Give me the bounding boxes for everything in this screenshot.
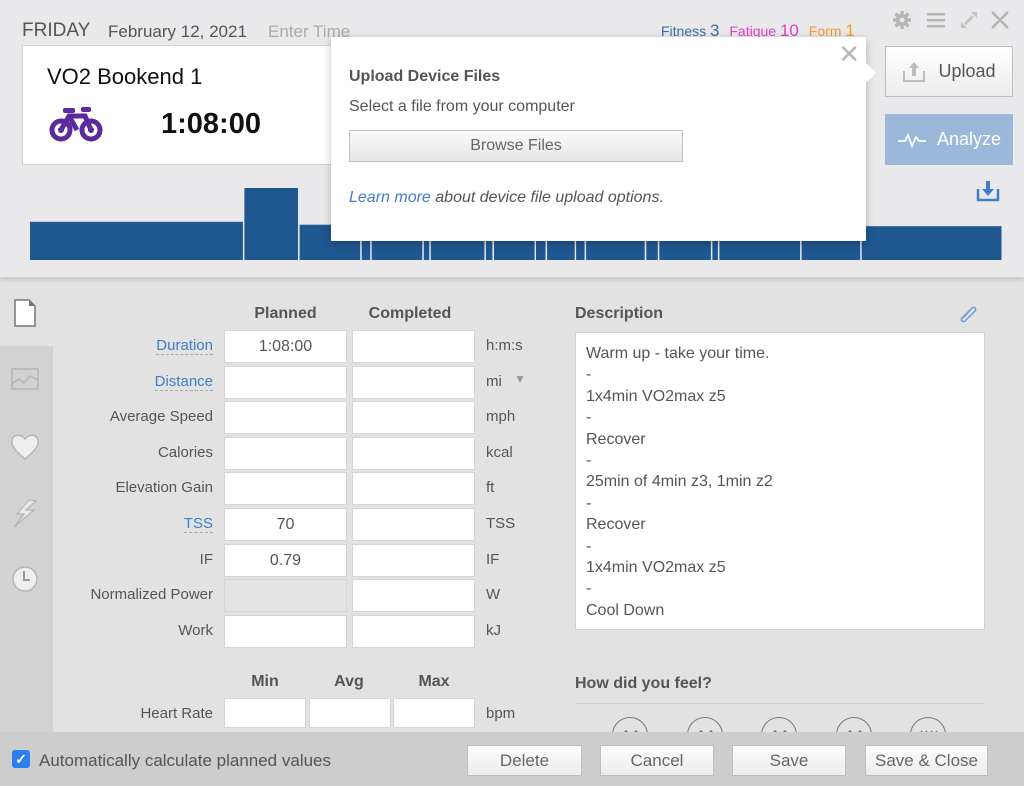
workout-card: VO2 Bookend 1 1:08:00 — [22, 45, 334, 165]
upload-device-files-popover: ✕ Upload Device Files Select a file from… — [331, 37, 876, 241]
summary-icon[interactable] — [10, 298, 40, 328]
row-label[interactable]: Duration — [156, 337, 213, 355]
hr-min-input[interactable] — [224, 698, 306, 728]
learn-more-text: Learn more about device file upload opti… — [349, 189, 664, 207]
hr-unit: bpm — [486, 705, 516, 722]
auto-calc-label[interactable]: Automatically calculate planned values — [39, 751, 331, 771]
hr-max-header: Max — [418, 673, 450, 690]
menu-icon[interactable] — [925, 10, 947, 32]
completed-input[interactable] — [352, 330, 475, 363]
unit-label: mph — [486, 408, 516, 425]
planned-input[interactable] — [224, 366, 347, 399]
planned-input[interactable] — [224, 437, 347, 470]
upload-label: Upload — [938, 61, 996, 81]
cancel-button[interactable]: Cancel — [600, 745, 714, 776]
completed-input[interactable] — [352, 472, 475, 505]
profile-segment-2[interactable] — [244, 188, 298, 260]
analyze-button[interactable]: Analyze — [885, 114, 1013, 165]
unit-label: h:m:s — [486, 337, 523, 354]
day-of-week: FRIDAY — [22, 20, 91, 41]
power-icon[interactable] — [10, 498, 40, 528]
chart-icon[interactable] — [10, 364, 40, 394]
hr-min-header: Min — [251, 673, 279, 690]
hr-avg-header: Avg — [334, 673, 364, 690]
bike-icon — [47, 104, 105, 144]
close-icon[interactable] — [989, 10, 1011, 32]
workout-title[interactable]: VO2 Bookend 1 — [47, 64, 202, 90]
row-label: Calories — [157, 444, 213, 461]
heart-icon[interactable] — [10, 432, 40, 462]
popover-subtitle: Select a file from your computer — [349, 98, 575, 115]
row-label: Average Speed — [109, 408, 213, 425]
workout-date: February 12, 2021 — [108, 22, 247, 41]
planned-input[interactable] — [224, 579, 347, 612]
unit-label: IF — [486, 551, 500, 568]
hr-avg-input[interactable] — [309, 698, 391, 728]
upload-icon — [903, 61, 926, 82]
row-label: Work — [178, 622, 213, 639]
feel-divider — [575, 703, 985, 704]
gear-icon[interactable] — [891, 10, 913, 32]
row-label: Normalized Power — [90, 586, 213, 603]
unit-label: TSS — [486, 515, 516, 532]
unit-label: W — [486, 586, 501, 603]
planned-input[interactable] — [224, 330, 347, 363]
description-textarea[interactable]: Warm up - take your time. - 1x4min VO2ma… — [575, 332, 985, 630]
profile-segment-19[interactable] — [861, 226, 1002, 260]
row-label: IF — [199, 551, 213, 568]
unit-label: kJ — [486, 622, 501, 639]
planned-input[interactable] — [224, 472, 347, 505]
row-label[interactable]: Distance — [154, 373, 213, 391]
unit-label: ft — [486, 479, 495, 496]
planned-input[interactable] — [224, 615, 347, 648]
feel-title: How did you feel? — [575, 675, 712, 692]
completed-input[interactable] — [352, 508, 475, 541]
unit-label: mi — [486, 373, 502, 390]
completed-input[interactable] — [352, 366, 475, 399]
row-label: Elevation Gain — [115, 479, 213, 496]
unit-label: kcal — [486, 444, 513, 461]
expand-icon[interactable] — [958, 10, 980, 32]
paperclip-icon[interactable] — [957, 303, 979, 325]
pulse-icon — [897, 132, 926, 148]
popover-close-icon[interactable]: ✕ — [838, 41, 860, 67]
planned-column-header: Planned — [254, 305, 317, 322]
description-title: Description — [575, 305, 664, 322]
completed-column-header: Completed — [368, 305, 452, 322]
popover-title: Upload Device Files — [349, 68, 501, 85]
row-label[interactable]: TSS — [183, 515, 213, 533]
auto-calc-checkbox[interactable]: ✓ — [12, 750, 30, 768]
completed-input[interactable] — [352, 579, 475, 612]
planned-input[interactable] — [224, 544, 347, 577]
completed-input[interactable] — [352, 544, 475, 577]
planned-input[interactable] — [224, 401, 347, 434]
save-close-button[interactable]: Save & Close — [865, 745, 988, 776]
unit-dropdown-icon[interactable]: ▼ — [514, 372, 526, 386]
browse-files-button[interactable]: Browse Files — [349, 130, 683, 162]
completed-input[interactable] — [352, 437, 475, 470]
completed-input[interactable] — [352, 401, 475, 434]
analyze-label: Analyze — [936, 129, 1002, 149]
workout-duration: 1:08:00 — [161, 108, 261, 140]
hr-max-input[interactable] — [393, 698, 475, 728]
upload-button[interactable]: Upload — [885, 46, 1013, 97]
profile-segment-1[interactable] — [30, 221, 243, 260]
completed-input[interactable] — [352, 615, 475, 648]
delete-button[interactable]: Delete — [467, 745, 582, 776]
learn-more-link[interactable]: Learn more — [349, 189, 431, 206]
clock-icon[interactable] — [10, 564, 40, 594]
save-button[interactable]: Save — [732, 745, 846, 776]
heart-rate-label: Heart Rate — [140, 705, 213, 722]
learn-more-rest: about device file upload options. — [430, 189, 664, 206]
planned-input[interactable] — [224, 508, 347, 541]
